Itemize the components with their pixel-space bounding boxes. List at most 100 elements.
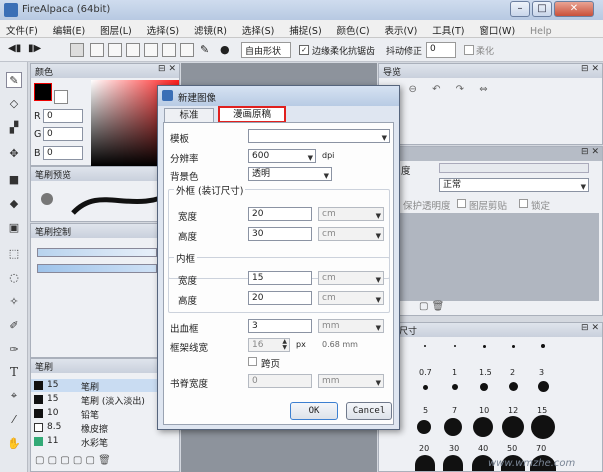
menu-layer[interactable]: 图层(L) (94, 20, 138, 37)
tab-manga[interactable]: 漫画原稿 (218, 106, 286, 123)
select-tool-icon[interactable]: ⬚ (6, 246, 22, 262)
line-width-stepper[interactable]: 16 ▲ ▼ (248, 338, 290, 352)
move-tool-icon[interactable]: ✥ (6, 146, 22, 162)
g-input[interactable]: 0 (43, 127, 83, 141)
dot-tool-icon[interactable]: ▞ (6, 120, 22, 136)
brush-size-slider[interactable] (37, 248, 157, 257)
fill-rect-tool-icon[interactable]: ■ (6, 172, 22, 188)
menu-window[interactable]: 窗口(W) (473, 20, 521, 37)
primary-color-swatch[interactable] (34, 83, 52, 101)
bucket-tool-icon[interactable]: ◆ (6, 196, 22, 212)
magic-wand-tool-icon[interactable]: ✧ (6, 294, 22, 310)
pen-tool-icon[interactable]: ✎ (6, 72, 22, 88)
select-eraser-tool-icon[interactable]: ✑ (6, 342, 22, 358)
outer-width-input[interactable]: 20 (248, 207, 312, 221)
snap-off-icon[interactable] (70, 43, 84, 57)
size-dot[interactable] (444, 418, 462, 436)
outer-height-input[interactable]: 30 (248, 227, 312, 241)
panel-float-close-icon[interactable]: ⊟ ✕ (581, 147, 599, 157)
dot-icon[interactable]: ● (220, 43, 234, 57)
layer-footer-icons[interactable]: ▢ 🗑 (419, 301, 444, 312)
mode-select[interactable]: 自由形状 (241, 42, 291, 58)
text-tool-icon[interactable]: T (6, 364, 22, 380)
spread-checkbox[interactable] (248, 357, 257, 366)
template-select[interactable]: ▼ (248, 129, 390, 143)
bleed-input[interactable]: 3 (248, 319, 312, 333)
panel-float-close-icon[interactable]: ⊟ ✕ (581, 64, 599, 74)
eyedropper-tool-icon[interactable]: ⁄ (6, 412, 22, 428)
ok-button[interactable]: OK (290, 402, 338, 420)
size-dot[interactable] (483, 345, 486, 348)
lock-checkbox[interactable] (519, 199, 528, 208)
bg-color-select[interactable]: 透明 ▼ (248, 167, 332, 181)
size-dot[interactable] (480, 383, 488, 391)
stepper-arrows-icon[interactable]: ▲ ▼ (282, 339, 287, 351)
secondary-color-swatch[interactable] (54, 90, 68, 104)
size-dot[interactable] (509, 382, 518, 391)
snap-parallel-icon[interactable] (90, 43, 104, 57)
inner-width-input[interactable]: 15 (248, 271, 312, 285)
brush-opacity-slider[interactable] (37, 264, 157, 273)
blend-mode-select[interactable]: 正常 ▼ (439, 178, 589, 192)
select-pen-tool-icon[interactable]: ✐ (6, 318, 22, 334)
inner-width-unit-select[interactable]: cm ▼ (318, 271, 384, 285)
menu-color[interactable]: 颜色(C) (331, 20, 376, 37)
spine-unit-select[interactable]: mm ▼ (318, 374, 384, 388)
eraser-tool-icon[interactable]: ◇ (6, 96, 22, 112)
snap-cross-icon[interactable] (108, 43, 122, 57)
spine-input[interactable]: 0 (248, 374, 312, 388)
snap-circle-icon[interactable] (162, 43, 176, 57)
menu-help[interactable]: Help (524, 23, 558, 37)
snap-radial-icon[interactable] (144, 43, 158, 57)
size-dot[interactable] (424, 345, 426, 347)
size-dot[interactable] (415, 455, 435, 471)
size-dot[interactable] (512, 345, 515, 348)
size-dot[interactable] (423, 385, 428, 390)
size-dot[interactable] (454, 345, 456, 347)
snap-vanish-icon[interactable] (126, 43, 140, 57)
lasso-tool-icon[interactable]: ◌ (6, 270, 22, 286)
menu-filter[interactable]: 滤镜(R) (188, 20, 233, 37)
size-dot[interactable] (502, 416, 524, 438)
size-dot[interactable] (538, 381, 549, 392)
menu-select-2[interactable]: 选择(S) (236, 20, 280, 37)
next-icon[interactable]: ▮▶ (28, 43, 42, 57)
panel-float-close-icon[interactable]: ⊟ ✕ (581, 323, 599, 333)
resolution-select[interactable]: 600 ▼ (248, 149, 316, 163)
tab-standard[interactable]: 标准 (164, 108, 214, 123)
snap-curve-icon[interactable] (180, 43, 194, 57)
snap-checkbox[interactable] (464, 45, 474, 55)
outer-height-unit-select[interactable]: cm ▼ (318, 227, 384, 241)
maximize-button[interactable]: □ (532, 1, 552, 17)
prev-icon[interactable]: ◀▮ (8, 43, 22, 57)
navigator-toolbar-icons[interactable]: ⊕ ⊖ ↶ ↷ ⇔ (385, 84, 494, 95)
hand-tool-icon[interactable]: ✋ (6, 436, 22, 452)
b-input[interactable]: 0 (43, 146, 83, 160)
menu-select[interactable]: 选择(S) (141, 20, 185, 37)
opacity-slider[interactable] (439, 163, 589, 173)
menu-tools[interactable]: 工具(T) (426, 20, 470, 37)
outer-width-unit-select[interactable]: cm ▼ (318, 207, 384, 221)
size-dot[interactable] (473, 417, 493, 437)
inner-height-input[interactable]: 20 (248, 291, 312, 305)
r-input[interactable]: 0 (43, 109, 83, 123)
size-dot[interactable] (443, 455, 463, 471)
size-dot[interactable] (452, 384, 458, 390)
brush-panel-footer-icons[interactable]: ▢ ▢ ▢ ▢ ▢ 🗑 (35, 455, 111, 466)
menu-view[interactable]: 表示(V) (378, 20, 423, 37)
antialias-checkbox[interactable]: ✓ (299, 45, 309, 55)
inner-height-unit-select[interactable]: cm ▼ (318, 291, 384, 305)
stabilizer-select[interactable]: 0 (426, 42, 456, 58)
pen-pressure-icon[interactable]: ✎ (200, 43, 214, 57)
operation-tool-icon[interactable]: ⌖ (6, 388, 22, 404)
bleed-unit-select[interactable]: mm ▼ (318, 319, 384, 333)
minimize-button[interactable]: – (510, 1, 530, 17)
close-button[interactable]: ✕ (554, 1, 594, 17)
size-dot[interactable] (541, 344, 545, 348)
clip-checkbox[interactable] (457, 199, 466, 208)
menu-edit[interactable]: 编辑(E) (47, 20, 91, 37)
menu-snap[interactable]: 捕捉(S) (283, 20, 327, 37)
menu-file[interactable]: 文件(F) (0, 20, 44, 37)
list-item[interactable]: 11 水彩笔 (31, 435, 179, 449)
cancel-button[interactable]: Cancel (346, 402, 392, 420)
